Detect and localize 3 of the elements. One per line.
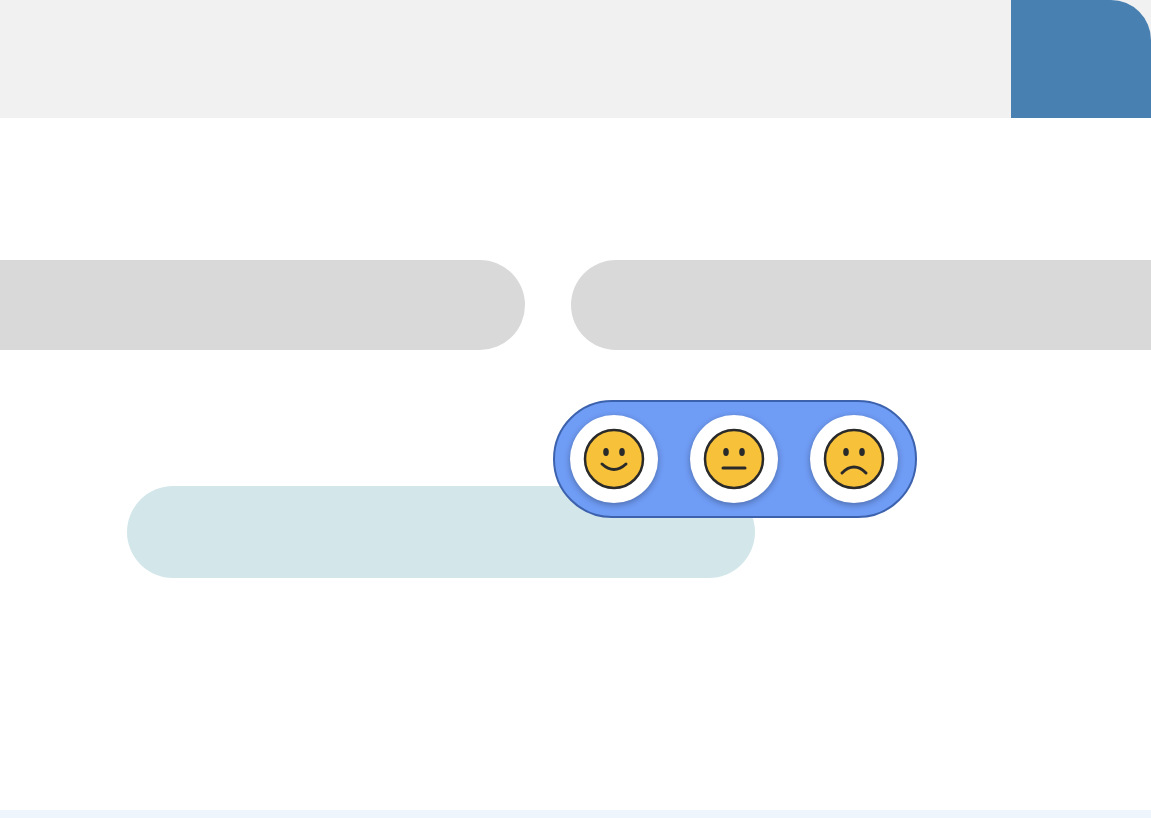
rating-button[interactable] bbox=[570, 415, 658, 503]
rating-button[interactable] bbox=[810, 415, 898, 503]
rating-button[interactable] bbox=[690, 415, 778, 503]
